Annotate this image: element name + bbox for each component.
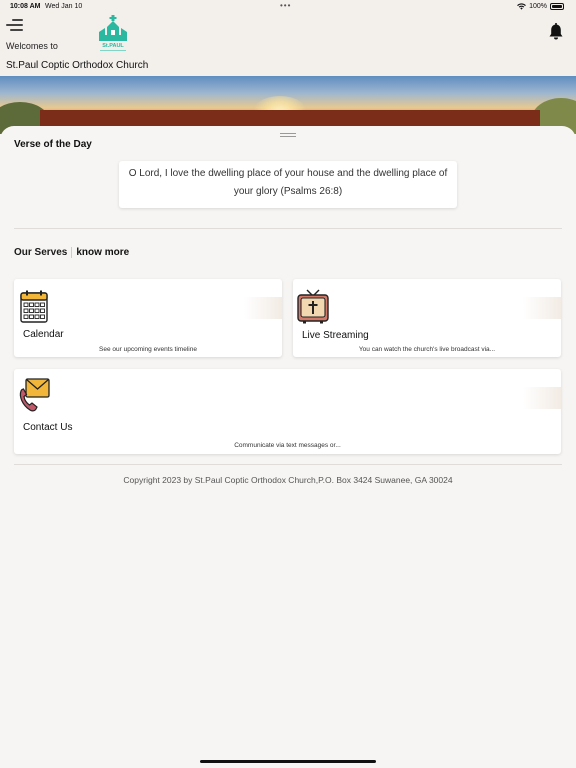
card-decoration	[244, 297, 282, 319]
status-indicators: 100%	[517, 3, 564, 10]
battery-percent: 100%	[529, 3, 547, 10]
menu-line	[12, 19, 23, 21]
status-time: 10:08 AM	[10, 3, 41, 10]
menu-button[interactable]	[6, 18, 24, 32]
status-bar: 10:08 AM Wed Jan 10 ••• 100%	[0, 0, 576, 14]
live-streaming-card[interactable]: Live Streaming You can watch the church'…	[293, 279, 561, 357]
drag-handle[interactable]	[280, 133, 296, 137]
contact-us-card[interactable]: Contact Us Communicate via text messages…	[14, 369, 561, 454]
app-header: Welcomes to St.PAUL St.Paul Coptic Ortho…	[0, 14, 576, 76]
calendar-card[interactable]: Calendar See our upcoming events timelin…	[14, 279, 282, 357]
tv-icon	[297, 289, 329, 324]
wifi-icon	[517, 3, 526, 10]
status-date: Wed Jan 10	[45, 3, 83, 10]
footer-copyright: Copyright 2023 by St.Paul Coptic Orthodo…	[123, 475, 453, 485]
logo-text: St.PAUL	[102, 43, 124, 49]
home-indicator	[200, 760, 376, 763]
verse-text: O Lord, I love the dwelling place of you…	[128, 168, 448, 197]
card-decoration	[523, 297, 561, 319]
divider	[14, 464, 562, 465]
calendar-description: See our upcoming events timeline	[99, 346, 197, 353]
divider	[14, 228, 562, 229]
live-streaming-description: You can watch the church's live broadcas…	[358, 346, 496, 353]
calendar-icon	[20, 290, 48, 323]
calendar-title: Calendar	[23, 329, 64, 340]
card-decoration	[523, 387, 561, 409]
know-more-link[interactable]: know more	[76, 247, 129, 258]
contact-icon	[19, 378, 50, 412]
battery-icon	[550, 3, 564, 10]
serves-header: Our Serves know more	[14, 247, 129, 258]
notification-bell-icon[interactable]	[548, 23, 564, 41]
verse-card: O Lord, I love the dwelling place of you…	[119, 161, 457, 208]
verse-title: Verse of the Day	[14, 139, 92, 150]
menu-line	[6, 24, 23, 26]
welcome-text: Welcomes to	[6, 41, 58, 51]
menu-line	[10, 29, 23, 31]
content-sheet: Verse of the Day O Lord, I love the dwel…	[0, 126, 576, 768]
live-streaming-title: Live Streaming	[302, 330, 369, 341]
serves-title: Our Serves	[14, 247, 68, 258]
contact-us-description: Communicate via text messages or...	[234, 442, 341, 449]
contact-us-title: Contact Us	[23, 422, 73, 433]
church-name: St.Paul Coptic Orthodox Church	[6, 60, 149, 71]
church-logo: St.PAUL	[99, 15, 127, 51]
separator	[71, 247, 73, 258]
multitasking-dots-icon[interactable]: •••	[280, 1, 291, 10]
